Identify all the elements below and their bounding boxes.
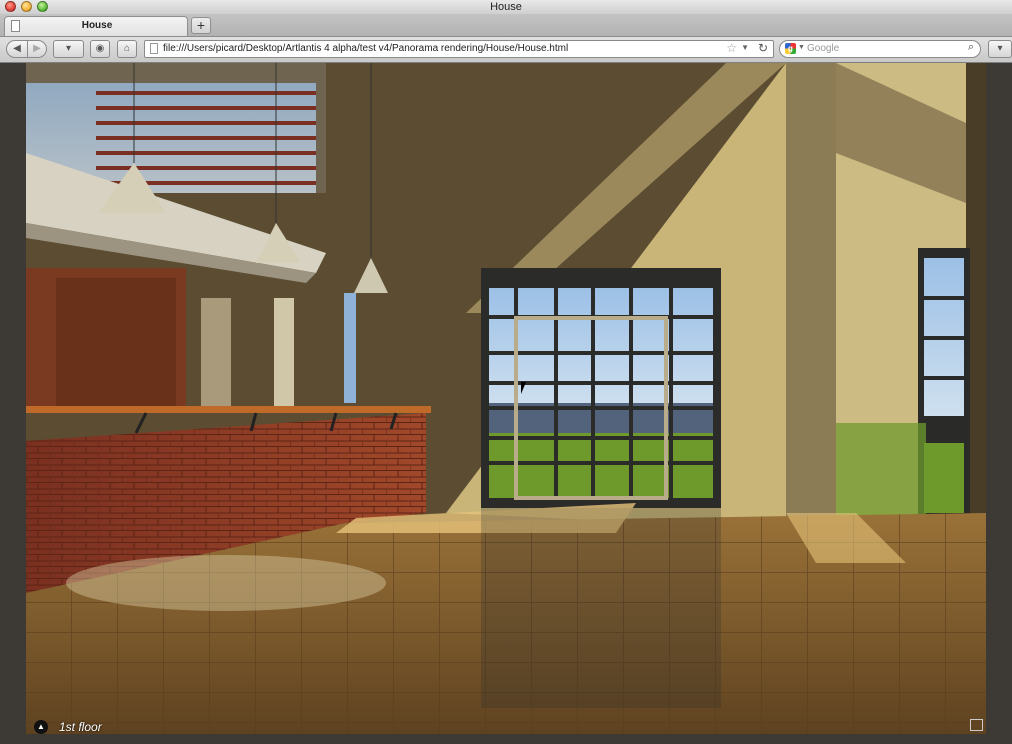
back-button[interactable]: ◀	[6, 40, 28, 58]
search-engine-dropdown-icon[interactable]: ▼	[798, 44, 805, 51]
panorama-render[interactable]	[26, 63, 986, 734]
home-button[interactable]: ⌂	[117, 40, 137, 58]
window-titlebar: House	[0, 0, 1012, 14]
reload-icon[interactable]: ↻	[758, 41, 768, 55]
reader-icon[interactable]: ◉	[90, 40, 110, 58]
tab-house[interactable]: House	[4, 16, 188, 36]
page-icon	[150, 43, 158, 54]
fullscreen-icon[interactable]	[970, 719, 983, 731]
address-bar[interactable]: file:///Users/picard/Desktop/Artlantis 4…	[144, 40, 774, 58]
search-icon[interactable]: ⌕	[968, 41, 974, 54]
google-icon[interactable]: g	[785, 43, 796, 54]
forward-button[interactable]: ▶	[27, 40, 47, 58]
tab-label: House	[81, 20, 113, 31]
mouse-cursor	[521, 382, 531, 394]
bookmark-star-icon[interactable]: ☆	[726, 41, 737, 55]
panorama-viewer[interactable]	[26, 63, 986, 734]
bookmarks-menu-button[interactable]: ▾	[53, 40, 84, 58]
extensions-button[interactable]: ▾	[988, 40, 1012, 58]
search-placeholder: Google	[807, 43, 840, 54]
floor-label[interactable]: 1st floor	[59, 720, 102, 734]
window-title: House	[490, 1, 522, 13]
navigation-toolbar: ◀ ▶ ▾ ◉ ⌂ file:///Users/picard/Desktop/A…	[0, 37, 1012, 63]
floor-up-button[interactable]: ▲	[34, 720, 48, 734]
new-tab-button[interactable]: +	[191, 17, 211, 34]
tab-bar: House +	[0, 14, 1012, 37]
address-text[interactable]: file:///Users/picard/Desktop/Artlantis 4…	[163, 43, 568, 54]
search-field[interactable]: g ▼ Google ⌕	[779, 40, 981, 58]
history-dropdown-icon[interactable]: ▼	[741, 43, 749, 52]
